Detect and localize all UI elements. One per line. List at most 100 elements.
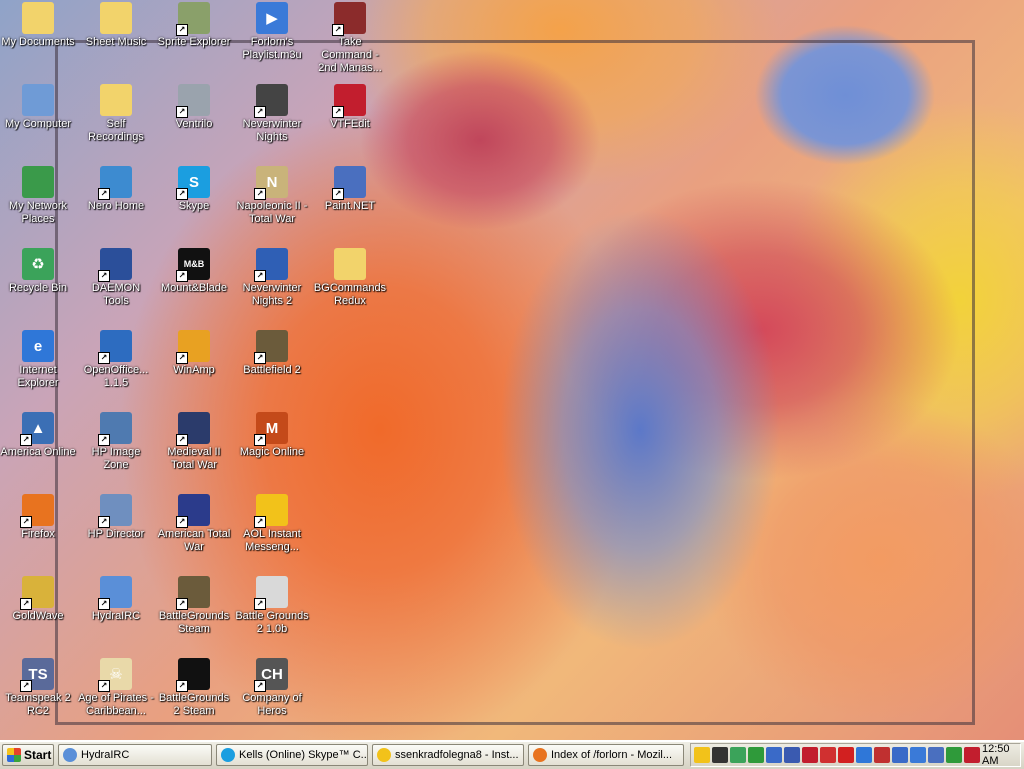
taskbar-button[interactable]: HydraIRC [58,744,212,766]
battlefield-icon: ↗ [254,330,288,364]
hp-tray-icon[interactable] [856,747,872,763]
desktop-icon[interactable]: ▶ Forlorn's Playlist.m3u [232,2,312,62]
desktop-icon[interactable]: ↗ VTFEdit [310,84,390,131]
sync-tray-icon[interactable] [784,747,800,763]
shortcut-arrow-icon: ↗ [20,516,32,528]
start-button[interactable]: Start [2,744,54,766]
desktop-icon[interactable]: ↗ GoldWave [0,576,78,623]
desktop-icon[interactable]: My Computer [0,84,78,131]
desktop-icon[interactable]: TS ↗ Teamspeak 2 RC2 [0,658,78,718]
desktop-icon-label: GoldWave [12,610,64,622]
goldwave-icon: ↗ [20,576,54,610]
taskbar-button[interactable]: ssenkradfolegna8 - Inst... [372,744,524,766]
desktop-icon[interactable]: S ↗ Skype [154,166,234,213]
v-tray-icon[interactable] [946,747,962,763]
desktop-icon-label: OpenOffice... 1.1.5 [83,364,149,389]
aim-tray-icon[interactable] [694,747,710,763]
desktop-icon[interactable]: ↗ Paint.NET [310,166,390,213]
taskbar-button[interactable]: Kells (Online) Skype™ C... [216,744,368,766]
taskbar-button-label: Index of /forlorn - Mozil... [551,749,673,761]
globe-tray-icon[interactable] [910,747,926,763]
desktop-icon[interactable]: N ↗ Napoleonic II - Total War [232,166,312,226]
winamp-icon: ↗ [176,330,210,364]
desktop-icon[interactable]: ↗ HydraIRC [76,576,156,623]
desktop-icon-label: Mount&Blade [160,282,228,294]
daemon-tools-icon: ↗ [98,248,132,282]
desktop-icon[interactable]: M&B ↗ Mount&Blade [154,248,234,295]
desktop-icon[interactable]: Self Recordings [76,84,156,144]
taskbar-button-label: HydraIRC [81,749,130,761]
desktop-icon[interactable]: ↗ Take Command - 2nd Manas... [310,2,390,75]
desktop-icon[interactable]: ↗ Medieval II Total War [154,412,234,472]
desktop-icon[interactable]: ↗ HP Director [76,494,156,541]
shortcut-arrow-icon: ↗ [332,188,344,200]
icon-glyph: e [33,337,43,355]
ati-tray-icon[interactable] [838,747,854,763]
desktop-icon[interactable]: ↗ Firefox [0,494,78,541]
shortcut-arrow-icon: ↗ [98,598,110,610]
desktop-icon[interactable]: My Documents [0,2,78,49]
shortcut-arrow-icon: ↗ [98,270,110,282]
desktop-icon[interactable]: ♻ Recycle Bin [0,248,78,295]
desktop: My Documents My Computer My Network Places… [0,0,1024,740]
shortcut-arrow-icon: ↗ [254,188,266,200]
security-tray-icon[interactable] [874,747,890,763]
desktop-icon[interactable]: ↗ Neverwinter Nights [232,84,312,144]
desktop-icon-label: Skype [178,200,210,212]
aol-icon: ▲ ↗ [20,412,54,446]
desktop-icon-label: Paint.NET [324,200,376,212]
shortcut-arrow-icon: ↗ [98,188,110,200]
desktop-icon[interactable]: ↗ American Total War [154,494,234,554]
taskbar-button[interactable]: Index of /forlorn - Mozil... [528,744,684,766]
shortcut-arrow-icon: ↗ [254,516,266,528]
desktop-icon-label: Sheet Music [85,36,147,48]
desktop-icon[interactable]: ↗ AOL Instant Messeng... [232,494,312,554]
desktop-icon[interactable]: ▲ ↗ America Online [0,412,78,459]
check-tray-icon[interactable] [748,747,764,763]
openoffice-icon: ↗ [98,330,132,364]
desktop-icon[interactable]: ↗ DAEMON Tools [76,248,156,308]
desktop-icon[interactable]: CH ↗ Company of Heros [232,658,312,718]
firefox-icon [533,748,547,762]
desktop-icon[interactable]: ↗ HP Image Zone [76,412,156,472]
volume-tray-icon[interactable] [928,747,944,763]
desktop-icon[interactable]: ↗ Neverwinter Nights 2 [232,248,312,308]
desktop-icon[interactable]: ↗ Ventrilo [154,84,234,131]
desktop-icon[interactable]: ☠ ↗ Age of Pirates - Caribbean... [76,658,156,718]
tray-icons [694,747,982,763]
folder-icon [334,248,366,280]
desktop-icon[interactable]: ↗ BattleGrounds 2 Steam [154,658,234,718]
clock[interactable]: 12:50 AM [982,743,1014,767]
desktop-icon[interactable]: BGCommands Redux [310,248,390,308]
desktop-icon-label: VTFEdit [330,118,370,130]
desktop-icon[interactable]: ↗ Nero Home [76,166,156,213]
shield-tray-icon[interactable] [730,747,746,763]
firefox-icon: ↗ [20,494,54,528]
shortcut-arrow-icon: ↗ [254,434,266,446]
network-tray-icon[interactable] [766,747,782,763]
network-x-tray-icon[interactable] [802,747,818,763]
desktop-icon[interactable]: ↗ Battle Grounds 2 1.0b [232,576,312,636]
desktop-icon[interactable]: ↗ BattleGrounds Steam [154,576,234,636]
alert-tray-icon[interactable] [892,747,908,763]
desktop-icon[interactable]: ↗ Sprite Explorer [154,2,234,49]
desktop-icon-label: Self Recordings [88,118,144,143]
desktop-icon-label: My Documents [1,36,75,48]
icon-glyph: TS [28,665,48,683]
plugin-tray-icon[interactable] [820,747,836,763]
hydrairc-icon [63,748,77,762]
desktop-icon[interactable]: My Network Places [0,166,78,226]
desktop-icon-label: My Network Places [8,200,68,225]
shortcut-arrow-icon: ↗ [254,352,266,364]
american-total-war-icon: ↗ [176,494,210,528]
desktop-icon[interactable]: ↗ WinAmp [154,330,234,377]
desktop-icon[interactable]: M ↗ Magic Online [232,412,312,459]
desktop-icon[interactable]: ↗ OpenOffice... 1.1.5 [76,330,156,390]
desktop-icon[interactable]: e Internet Explorer [0,330,78,390]
recycle-bin-icon: ♻ [22,248,54,280]
desktop-icon[interactable]: Sheet Music [76,2,156,49]
desktop-icon[interactable]: ↗ Battlefield 2 [232,330,312,377]
desktop-icon-label: American Total War [157,528,231,553]
antivirus-tray-icon[interactable] [964,747,980,763]
steam-tray-icon[interactable] [712,747,728,763]
